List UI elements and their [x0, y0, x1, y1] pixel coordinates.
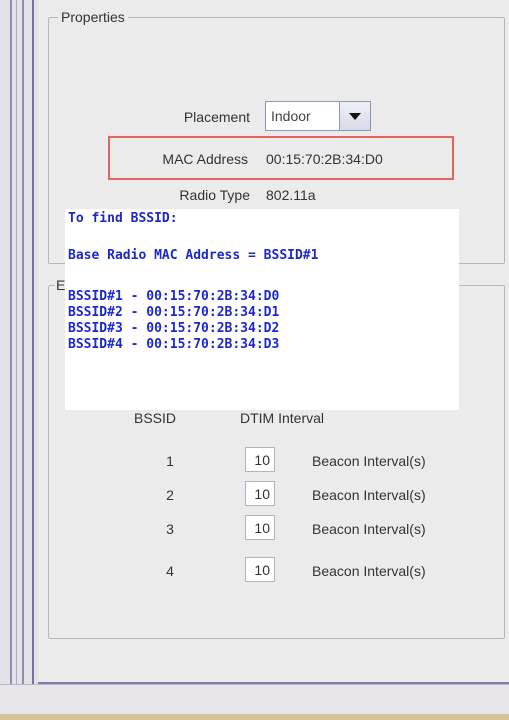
bssid-callout: To find BSSID: Base Radio MAC Address = …	[65, 209, 459, 410]
dtim-interval-input[interactable]: 10	[245, 481, 275, 506]
callout-bssid-line: BSSID#4 - 00:15:70:2B:34:D3	[68, 337, 280, 352]
mac-address-label: MAC Address	[162, 151, 248, 167]
beacon-interval-label: Beacon Interval(s)	[312, 487, 426, 503]
status-footer	[0, 684, 509, 715]
frame-stripe	[10, 0, 12, 684]
beacon-interval-label: Beacon Interval(s)	[312, 563, 426, 579]
chevron-down-icon[interactable]	[339, 102, 370, 130]
properties-group-title: Properties	[58, 9, 128, 25]
dtim-interval-input[interactable]: 10	[245, 557, 275, 582]
beacon-interval-label: Beacon Interval(s)	[312, 453, 426, 469]
bssid-number: 2	[166, 487, 174, 503]
callout-heading: To find BSSID:	[68, 211, 178, 226]
window-bottom-edge	[0, 714, 509, 720]
bssid-number: 4	[166, 563, 174, 579]
dtim-interval-input[interactable]: 10	[245, 515, 275, 540]
placement-selected-value: Indoor	[271, 108, 311, 124]
frame-stripe	[32, 0, 34, 684]
callout-bssid-line: BSSID#3 - 00:15:70:2B:34:D2	[68, 321, 280, 336]
beacon-interval-label: Beacon Interval(s)	[312, 521, 426, 537]
placement-label: Placement	[183, 109, 250, 125]
dtim-column-header: DTIM Interval	[240, 410, 325, 426]
callout-formula: Base Radio MAC Address = BSSID#1	[68, 248, 319, 263]
radio-type-label: Radio Type	[179, 187, 250, 203]
dtim-interval-input[interactable]: 10	[245, 447, 275, 472]
placement-combobox[interactable]: Indoor	[265, 101, 371, 131]
callout-bssid-line: BSSID#1 - 00:15:70:2B:34:D0	[68, 289, 280, 304]
frame-stripe	[16, 0, 17, 684]
radio-type-value: 802.11a	[266, 187, 316, 203]
frame-stripe	[22, 0, 24, 684]
bssid-number: 1	[166, 453, 174, 469]
callout-bssid-line: BSSID#2 - 00:15:70:2B:34:D1	[68, 305, 280, 320]
bssid-column-header: BSSID	[134, 410, 177, 426]
mac-address-value: 00:15:70:2B:34:D0	[266, 151, 383, 167]
bssid-number: 3	[166, 521, 174, 537]
left-window-chrome	[0, 0, 38, 684]
